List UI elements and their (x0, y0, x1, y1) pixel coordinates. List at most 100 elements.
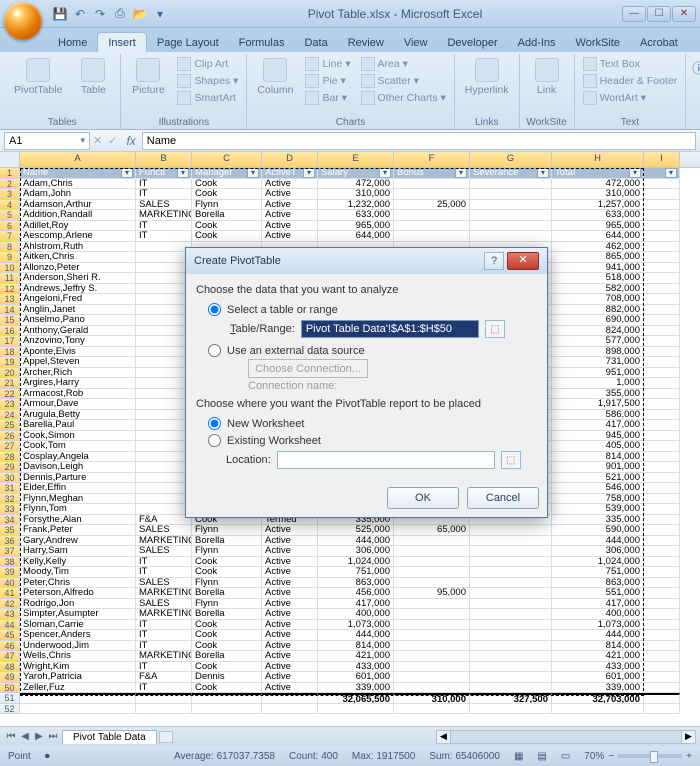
cell[interactable] (644, 620, 680, 631)
shapes-button[interactable]: Shapes ▾ (175, 73, 240, 89)
row-header[interactable]: 50 (0, 683, 20, 694)
row-header[interactable]: 9 (0, 252, 20, 263)
cell[interactable] (470, 525, 552, 536)
cell[interactable]: 306,000 (318, 546, 394, 557)
cell[interactable] (644, 378, 680, 389)
select-all-corner[interactable] (0, 152, 20, 167)
cell[interactable]: 758,000 (552, 494, 644, 505)
cell[interactable]: IT (136, 557, 192, 568)
cell[interactable] (318, 704, 394, 715)
cell[interactable]: Spencer,Anders (20, 630, 136, 641)
cell[interactable] (644, 389, 680, 400)
cell[interactable]: 1,073,000 (318, 620, 394, 631)
row-header[interactable]: 8 (0, 242, 20, 253)
cell[interactable] (394, 189, 470, 200)
cell[interactable]: Borella (192, 651, 262, 662)
row-header[interactable]: 44 (0, 620, 20, 631)
cell[interactable]: 1,073,000 (552, 620, 644, 631)
cell[interactable] (470, 672, 552, 683)
row-header[interactable]: 49 (0, 672, 20, 683)
cell[interactable]: 310,000 (318, 189, 394, 200)
column-header[interactable]: E (318, 152, 394, 167)
cell[interactable]: 339,000 (552, 683, 644, 694)
cell[interactable]: IT (136, 567, 192, 578)
cell[interactable]: 965,000 (318, 221, 394, 232)
cell[interactable] (644, 483, 680, 494)
textbox-button[interactable]: Text Box (581, 56, 680, 72)
cell[interactable]: Adam,John (20, 189, 136, 200)
qat-more-icon[interactable]: ▾ (152, 6, 168, 22)
cell[interactable]: MARKETING (136, 536, 192, 547)
column-filter[interactable]: Manager (192, 168, 262, 179)
cell[interactable]: 95,000 (394, 588, 470, 599)
cell[interactable]: 405,000 (552, 441, 644, 452)
cell[interactable]: Cosplay,Angela (20, 452, 136, 463)
cell[interactable]: 644,000 (318, 231, 394, 242)
cell[interactable] (136, 462, 192, 473)
cell[interactable] (644, 231, 680, 242)
cell[interactable]: Sloman,Carrie (20, 620, 136, 631)
cell[interactable]: Active (262, 189, 318, 200)
cell[interactable]: 421,000 (318, 651, 394, 662)
row-header[interactable]: 7 (0, 231, 20, 242)
cell[interactable] (262, 693, 318, 704)
row-header[interactable]: 26 (0, 431, 20, 442)
bar-button[interactable]: Bar ▾ (303, 90, 352, 106)
row-header[interactable]: 52 (0, 704, 20, 715)
cell[interactable]: Wright,Kim (20, 662, 136, 673)
dialog-close-button[interactable]: ✕ (507, 252, 539, 270)
cell[interactable]: Davison,Leigh (20, 462, 136, 473)
cell[interactable] (644, 168, 680, 179)
cell[interactable]: MARKETING (136, 588, 192, 599)
row-header[interactable]: 3 (0, 189, 20, 200)
cell[interactable] (644, 221, 680, 232)
row-header[interactable]: 31 (0, 483, 20, 494)
cell[interactable]: Archer,Rich (20, 368, 136, 379)
cell[interactable]: 339,000 (318, 683, 394, 694)
cell[interactable] (136, 336, 192, 347)
cell[interactable] (644, 410, 680, 421)
cell[interactable] (644, 284, 680, 295)
help-icon[interactable]: ⓘ (686, 54, 700, 129)
cell[interactable] (394, 651, 470, 662)
cell[interactable] (394, 231, 470, 242)
office-button[interactable] (4, 2, 42, 40)
cell[interactable] (136, 420, 192, 431)
row-header[interactable]: 51 (0, 693, 20, 704)
cell[interactable]: 32,703,000 (552, 693, 644, 704)
cell[interactable]: 582,000 (552, 284, 644, 295)
cell[interactable] (470, 651, 552, 662)
cell[interactable] (644, 504, 680, 515)
cell[interactable]: Active (262, 630, 318, 641)
cell[interactable]: IT (136, 179, 192, 190)
minimize-button[interactable]: — (622, 6, 646, 22)
zoom-control[interactable]: 70% − + (584, 751, 692, 762)
cell[interactable] (644, 357, 680, 368)
cell[interactable]: Active (262, 546, 318, 557)
row-header[interactable]: 14 (0, 305, 20, 316)
cell[interactable]: Cook (192, 662, 262, 673)
row-header[interactable]: 47 (0, 651, 20, 662)
cell[interactable]: Active (262, 200, 318, 211)
cell[interactable]: Active (262, 221, 318, 232)
cell[interactable]: Adillet,Roy (20, 221, 136, 232)
cell[interactable]: Moody,Tim (20, 567, 136, 578)
cell[interactable]: Cook (192, 189, 262, 200)
cell[interactable] (470, 567, 552, 578)
cell[interactable]: Cook (192, 683, 262, 694)
cell[interactable] (136, 315, 192, 326)
clipart-button[interactable]: Clip Art (175, 56, 240, 72)
cell[interactable]: Active (262, 179, 318, 190)
cell[interactable]: 444,000 (552, 536, 644, 547)
cell[interactable] (20, 693, 136, 704)
cell[interactable] (394, 662, 470, 673)
cell[interactable] (136, 378, 192, 389)
cell[interactable] (644, 651, 680, 662)
cell[interactable] (644, 630, 680, 641)
cell[interactable]: Yaroh,Patricia (20, 672, 136, 683)
cell[interactable] (470, 588, 552, 599)
cell[interactable]: 444,000 (318, 536, 394, 547)
cell[interactable]: 433,000 (318, 662, 394, 673)
table-button[interactable]: Table (72, 56, 114, 98)
cell[interactable] (644, 294, 680, 305)
